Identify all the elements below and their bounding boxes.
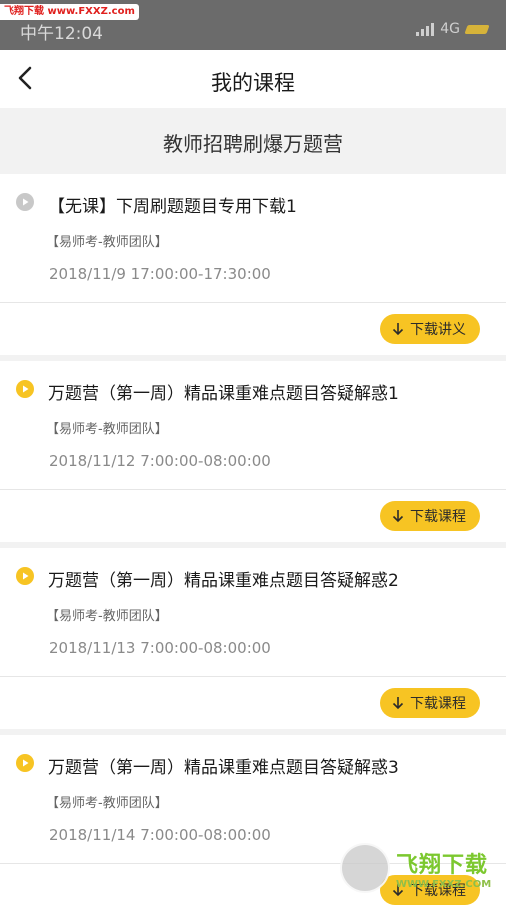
section-header: 教师招聘刷爆万题营 <box>0 108 506 174</box>
course-info[interactable]: 【无课】下周刷题题目专用下载1 【易师考-教师团队】 2018/11/9 17:… <box>0 174 506 302</box>
signal-icon <box>416 22 435 36</box>
section-title: 教师招聘刷爆万题营 <box>163 132 343 156</box>
course-info[interactable]: 万题营（第一周）精品课重难点题目答疑解惑1 【易师考-教师团队】 2018/11… <box>0 361 506 489</box>
course-info[interactable]: 万题营（第一周）精品课重难点题目答疑解惑2 【易师考-教师团队】 2018/11… <box>0 548 506 676</box>
download-arrow-icon <box>392 697 404 710</box>
watermark-emblem-icon <box>340 843 390 893</box>
divider <box>0 489 506 490</box>
download-button-label: 下载课程 <box>410 696 466 712</box>
course-team: 【易师考-教师团队】 <box>46 422 168 437</box>
download-notes-button[interactable]: 下载讲义 <box>380 314 480 344</box>
watermark-text: 飞翔下载 <box>396 852 489 878</box>
course-time: 2018/11/9 17:00:00-17:30:00 <box>49 265 271 283</box>
download-course-button[interactable]: 下载课程 <box>380 688 480 718</box>
watermark-url: WWW.FXXZ.COM <box>396 878 492 890</box>
course-card[interactable]: 万题营（第一周）精品课重难点题目答疑解惑2 【易师考-教师团队】 2018/11… <box>0 548 506 729</box>
course-time: 2018/11/14 7:00:00-08:00:00 <box>49 826 271 844</box>
status-time: 中午12:04 <box>20 24 103 44</box>
play-icon <box>16 380 34 398</box>
course-team: 【易师考-教师团队】 <box>46 609 168 624</box>
course-card[interactable]: 【无课】下周刷题题目专用下载1 【易师考-教师团队】 2018/11/9 17:… <box>0 174 506 355</box>
play-icon <box>16 193 34 211</box>
download-course-button[interactable]: 下载课程 <box>380 501 480 531</box>
download-arrow-icon <box>392 510 404 523</box>
course-title: 万题营（第一周）精品课重难点题目答疑解惑2 <box>48 571 399 591</box>
network-label: 4G <box>440 21 460 37</box>
status-bar: 飞翔下载 www.FXXZ.com 中午12:04 4G <box>0 0 506 50</box>
download-button-label: 下载课程 <box>410 509 466 525</box>
battery-icon <box>464 24 490 34</box>
download-arrow-icon <box>392 323 404 336</box>
play-icon <box>16 754 34 772</box>
course-time: 2018/11/12 7:00:00-08:00:00 <box>49 452 271 470</box>
divider <box>0 676 506 677</box>
course-time: 2018/11/13 7:00:00-08:00:00 <box>49 639 271 657</box>
course-title: 【无课】下周刷题题目专用下载1 <box>48 197 297 217</box>
nav-bar: 我的课程 <box>0 50 506 108</box>
course-card[interactable]: 万题营（第一周）精品课重难点题目答疑解惑1 【易师考-教师团队】 2018/11… <box>0 361 506 542</box>
download-button-label: 下载讲义 <box>410 322 466 338</box>
course-title: 万题营（第一周）精品课重难点题目答疑解惑3 <box>48 758 399 778</box>
play-icon <box>16 567 34 585</box>
watermark-badge: 飞翔下载 www.FXXZ.com <box>0 4 139 20</box>
divider <box>0 302 506 303</box>
watermark-logo: 飞翔下载 WWW.FXXZ.COM <box>340 842 498 894</box>
course-team: 【易师考-教师团队】 <box>46 235 168 250</box>
course-team: 【易师考-教师团队】 <box>46 796 168 811</box>
course-title: 万题营（第一周）精品课重难点题目答疑解惑1 <box>48 384 399 404</box>
status-indicators: 4G <box>416 20 490 38</box>
page-title: 我的课程 <box>211 71 295 95</box>
